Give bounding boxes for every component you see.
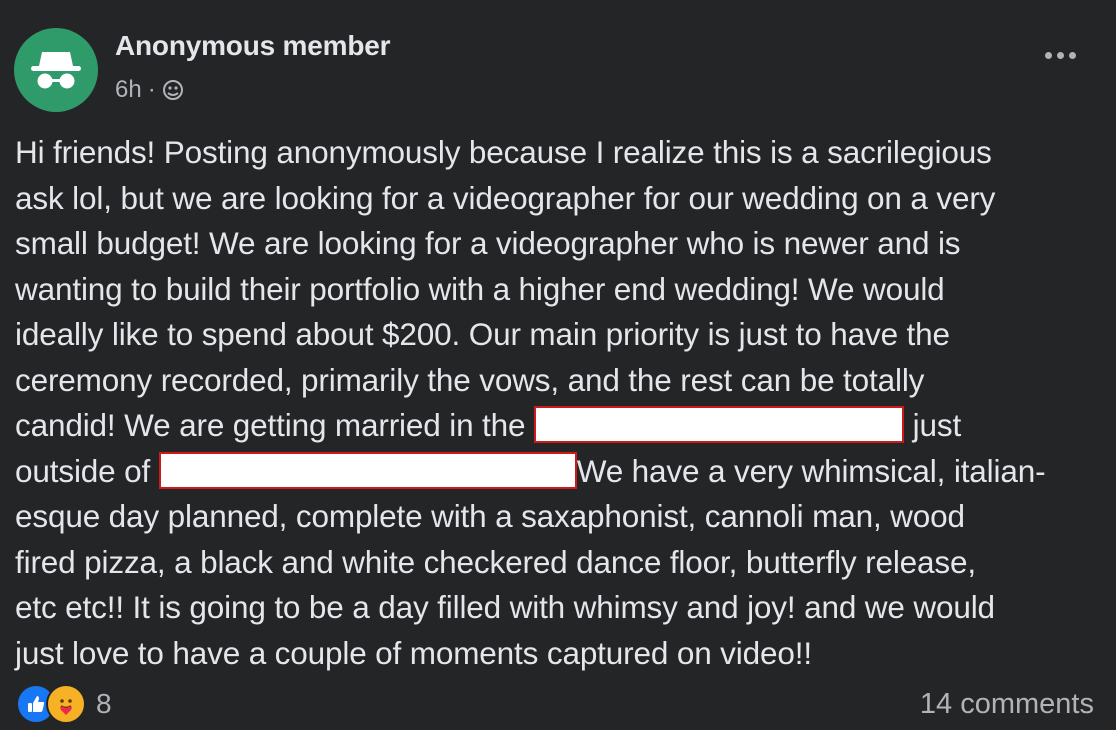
post-text-line: etc etc!! It is going to be a day filled… bbox=[15, 589, 995, 625]
post-text-line: fired pizza, a black and white checkered… bbox=[15, 543, 976, 580]
more-dot bbox=[1057, 52, 1064, 59]
post-text-line: Hi friends! Posting anonymously because … bbox=[15, 134, 992, 170]
redacted-location bbox=[534, 406, 905, 444]
author-name[interactable]: Anonymous member bbox=[115, 30, 390, 62]
post-time[interactable]: 6h bbox=[115, 76, 142, 104]
avatar[interactable] bbox=[14, 28, 98, 112]
post-text-line: small budget! We are looking for a video… bbox=[15, 225, 961, 261]
incognito-icon bbox=[31, 52, 81, 89]
post-text-segment: candid! We are getting married in the bbox=[15, 407, 535, 443]
redacted-location bbox=[158, 451, 577, 489]
post-text-line: outside of We have a very whimsical, ita… bbox=[15, 449, 1107, 495]
post-text-segment: We have a very whimsical, italian- bbox=[576, 452, 1046, 489]
post-text-segment: outside of bbox=[15, 452, 159, 489]
post-text-line: ceremony recorded, primarily the vows, a… bbox=[15, 361, 925, 398]
post-text-line: just love to have a couple of moments ca… bbox=[15, 634, 812, 671]
meta-separator: · bbox=[147, 76, 156, 103]
more-dot bbox=[1069, 52, 1076, 59]
post-meta: 6h · bbox=[115, 76, 184, 104]
more-dot bbox=[1045, 52, 1052, 59]
post-text-line: esque day planned, complete with a saxap… bbox=[15, 498, 965, 534]
post-text-line: ask lol, but we are looking for a videog… bbox=[15, 179, 996, 216]
group-icon bbox=[162, 80, 183, 100]
post-footer: 8 14 comments bbox=[16, 684, 1094, 724]
comments-link[interactable]: 14 comments bbox=[920, 688, 1094, 721]
post-text-line: candid! We are getting married in the ju… bbox=[15, 403, 1107, 449]
post-text-line: ideally like to spend about $200. Our ma… bbox=[15, 316, 950, 352]
care-icon bbox=[46, 684, 86, 724]
post-body: Hi friends! Posting anonymously because … bbox=[15, 130, 1107, 676]
reactions-summary[interactable]: 8 bbox=[16, 684, 112, 724]
post-text-segment: just bbox=[912, 407, 962, 443]
more-options-button[interactable] bbox=[1045, 52, 1076, 59]
post-text-line: wanting to build their portfolio with a … bbox=[15, 270, 945, 307]
reaction-count: 8 bbox=[96, 688, 112, 719]
